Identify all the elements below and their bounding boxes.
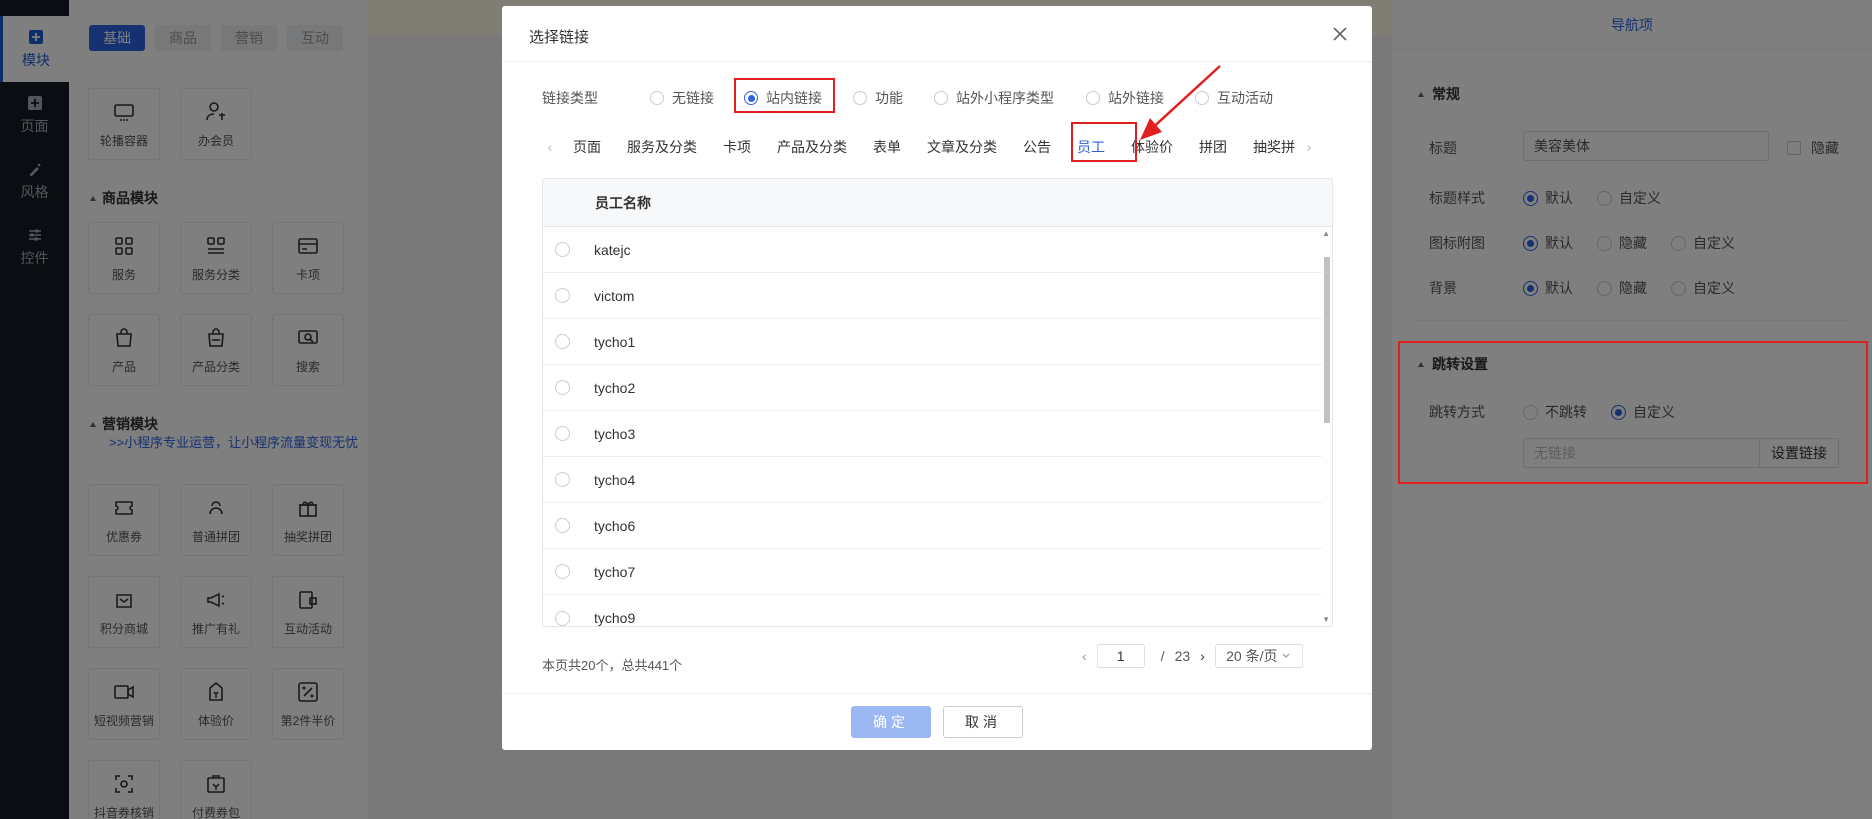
link-type-external-miniprogram[interactable]: 站外小程序类型 <box>934 88 1054 108</box>
tab-notice[interactable]: 公告 <box>1010 137 1064 157</box>
dialog-title: 选择链接 <box>529 29 590 46</box>
chevron-right-icon[interactable]: › <box>1200 648 1205 664</box>
row-radio[interactable] <box>555 518 570 533</box>
tab-articles[interactable]: 文章及分类 <box>914 137 1010 157</box>
row-radio[interactable] <box>555 242 570 257</box>
tab-cards[interactable]: 卡项 <box>710 137 764 157</box>
page-number-input[interactable]: 1 <box>1096 644 1145 668</box>
table-row[interactable]: tycho4 <box>543 457 1322 503</box>
highlight-box-staff-tab <box>1071 122 1137 162</box>
page-summary: 本页共20个，总共441个 <box>542 658 683 673</box>
table-row[interactable]: tycho9 <box>543 595 1322 626</box>
confirm-button[interactable]: 确定 <box>851 706 931 738</box>
table-row[interactable]: victom <box>543 273 1322 319</box>
page-separator: / <box>1160 648 1165 664</box>
divider <box>502 61 1372 62</box>
tab-services[interactable]: 服务及分类 <box>614 137 710 157</box>
annotation-arrow-icon <box>1140 65 1221 140</box>
tab-products[interactable]: 产品及分类 <box>764 137 860 157</box>
staff-table: 员工名称 katejc victom tycho1 tycho2 tycho3 … <box>542 178 1333 627</box>
chevron-right-icon[interactable]: › <box>1299 139 1319 155</box>
row-radio[interactable] <box>555 610 570 626</box>
table-row[interactable]: katejc <box>543 227 1322 273</box>
table-header: 员工名称 <box>543 179 1332 227</box>
tab-pages[interactable]: 页面 <box>560 137 614 157</box>
row-radio[interactable] <box>555 426 570 441</box>
divider <box>502 693 1372 694</box>
table-row[interactable]: tycho1 <box>543 319 1322 365</box>
scroll-down-icon[interactable]: ▼ <box>1322 615 1330 624</box>
table-row[interactable]: tycho2 <box>543 365 1322 411</box>
page-size-select[interactable]: 20 条/页 <box>1214 644 1303 668</box>
row-radio[interactable] <box>555 334 570 349</box>
cancel-button[interactable]: 取消 <box>943 706 1023 738</box>
select-link-dialog: 选择链接 链接类型 无链接 站内链接 功能 站外小程序类型 站外链接 互动活动 … <box>502 6 1372 750</box>
chevron-down-icon <box>1283 653 1290 658</box>
table-row[interactable]: tycho3 <box>543 411 1322 457</box>
tab-lottery[interactable]: 抽奖拼 <box>1240 137 1299 157</box>
page-total: 23 <box>1174 648 1191 664</box>
link-type-function[interactable]: 功能 <box>853 88 903 108</box>
link-type-none[interactable]: 无链接 <box>650 88 714 108</box>
highlight-box-jump-settings <box>1398 341 1868 484</box>
chevron-left-icon[interactable]: ‹ <box>1082 648 1087 664</box>
table-row[interactable]: tycho6 <box>543 503 1322 549</box>
link-type-label: 链接类型 <box>542 90 598 106</box>
table-row[interactable]: tycho7 <box>543 549 1322 595</box>
scrollbar-thumb[interactable] <box>1324 257 1330 423</box>
row-radio[interactable] <box>555 472 570 487</box>
pagination: ‹ 1 / 23 › 20 条/页 <box>1082 644 1303 668</box>
row-radio[interactable] <box>555 288 570 303</box>
row-radio[interactable] <box>555 380 570 395</box>
tab-forms[interactable]: 表单 <box>860 137 914 157</box>
close-icon[interactable] <box>1330 24 1350 44</box>
highlight-box-internal-link <box>734 78 835 113</box>
scroll-up-icon[interactable]: ▲ <box>1322 229 1330 238</box>
row-radio[interactable] <box>555 564 570 579</box>
chevron-left-icon[interactable]: ‹ <box>540 139 560 155</box>
